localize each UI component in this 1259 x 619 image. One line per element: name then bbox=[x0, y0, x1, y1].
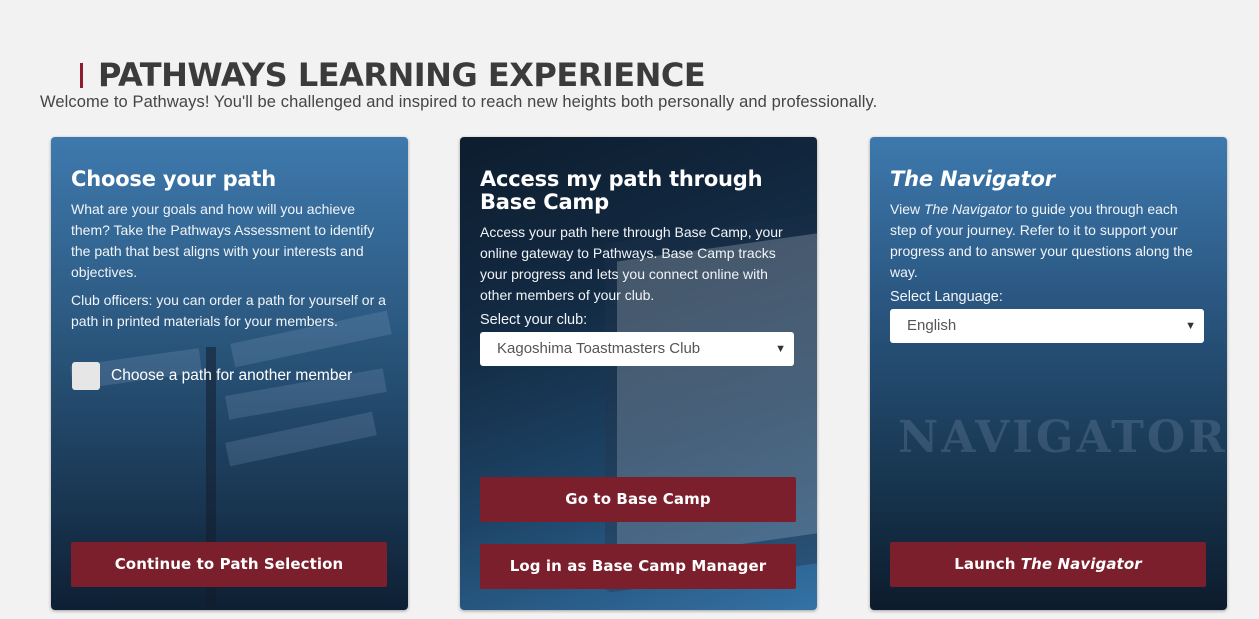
choose-path-description: What are your goals and how will you ach… bbox=[71, 201, 375, 280]
base-camp-content: Access my path through Base Camp Access … bbox=[480, 168, 798, 366]
language-select[interactable]: English ▼ bbox=[890, 309, 1204, 343]
choose-path-content: Choose your path What are your goals and… bbox=[71, 168, 389, 390]
page-title-text: PATHWAYS LEARNING EXPERIENCE bbox=[98, 56, 706, 94]
navigator-card: NAVIGATOR The Navigator View The Navigat… bbox=[870, 137, 1227, 610]
continue-path-selection-button[interactable]: Continue to Path Selection bbox=[71, 542, 387, 587]
choose-path-card: Choose your path What are your goals and… bbox=[51, 137, 408, 610]
club-select[interactable]: Kagoshima Toastmasters Club ▼ bbox=[480, 332, 794, 366]
another-member-label: Choose a path for another member bbox=[111, 367, 353, 384]
launch-navigator-button[interactable]: Launch The Navigator bbox=[890, 542, 1206, 587]
select-language-label: Select Language: bbox=[890, 289, 1003, 305]
title-accent-bar bbox=[80, 63, 83, 88]
select-club-label: Select your club: bbox=[480, 312, 588, 328]
navigator-content: The Navigator View The Navigator to guid… bbox=[890, 168, 1208, 343]
base-camp-description: Access your path here through Base Camp,… bbox=[480, 224, 783, 303]
club-officers-note: Club officers: you can order a path for … bbox=[71, 292, 386, 329]
navigator-description-pre: View bbox=[890, 201, 924, 217]
intro-text: Welcome to Pathways! You'll be challenge… bbox=[40, 93, 878, 111]
base-camp-manager-login-button[interactable]: Log in as Base Camp Manager bbox=[480, 544, 796, 589]
launch-navigator-label-pre: Launch bbox=[954, 555, 1021, 573]
club-select-value: Kagoshima Toastmasters Club bbox=[497, 340, 701, 357]
language-select-value: English bbox=[907, 317, 957, 334]
chevron-down-icon: ▼ bbox=[775, 343, 786, 355]
checkbox-icon[interactable] bbox=[72, 362, 100, 390]
launch-navigator-label-title: The Navigator bbox=[1020, 555, 1142, 573]
choose-path-heading: Choose your path bbox=[71, 167, 276, 191]
navigator-description: View The Navigator to guide you through … bbox=[890, 199, 1208, 283]
another-member-option[interactable]: Choose a path for another member bbox=[71, 362, 389, 390]
navigator-heading: The Navigator bbox=[890, 167, 1055, 191]
base-camp-card: Access my path through Base Camp Access … bbox=[460, 137, 817, 610]
base-camp-heading: Access my path through Base Camp bbox=[480, 167, 763, 214]
navigator-description-title: The Navigator bbox=[923, 201, 1012, 217]
chevron-down-icon: ▼ bbox=[1185, 320, 1196, 332]
go-to-base-camp-button[interactable]: Go to Base Camp bbox=[480, 477, 796, 522]
navigator-logo-decoration: NAVIGATOR bbox=[898, 412, 1227, 463]
